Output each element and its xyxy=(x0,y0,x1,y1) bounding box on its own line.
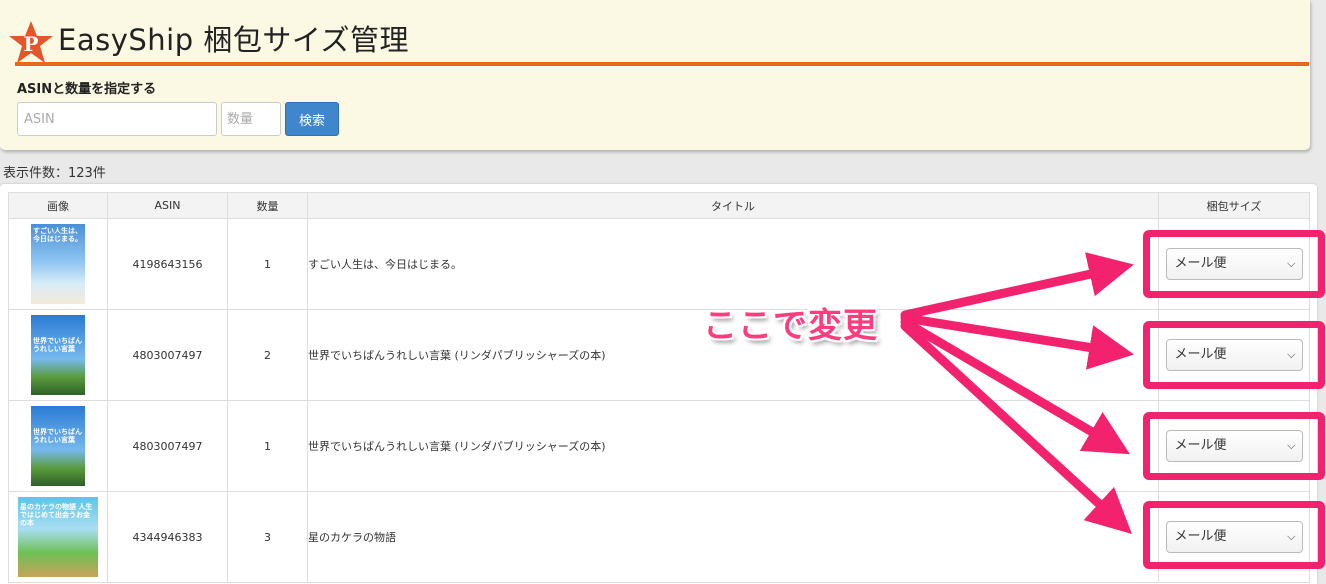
annotation-label: ここで変更 xyxy=(703,306,878,346)
arrow-icon xyxy=(900,313,1134,370)
arrow-icon xyxy=(900,252,1134,320)
annotation-arrows xyxy=(900,252,1134,534)
